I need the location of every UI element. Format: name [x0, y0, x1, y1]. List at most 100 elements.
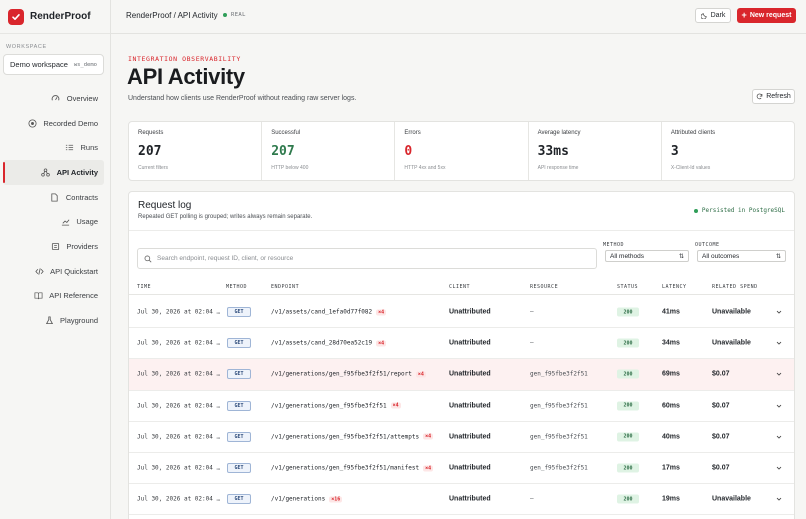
table-row[interactable]: Jul 30, 2026 at 02:04 … GET /v1/generati… [129, 422, 794, 453]
brand[interactable]: RenderProof [0, 0, 110, 34]
sidebar: RenderProof WORKSPACE Demo workspace ws_… [0, 0, 111, 519]
row-resource: gen_f95fbe3f2f51 [530, 433, 588, 441]
column-time[interactable]: TIME [137, 284, 151, 290]
status-badge: 200 [617, 401, 639, 411]
column-method[interactable]: METHOD [226, 284, 247, 290]
table-row[interactable]: Jul 30, 2026 at 02:04 … GET /v1/assets/c… [129, 328, 794, 360]
status-badge: 200 [617, 463, 639, 473]
sidebar-item-providers[interactable]: Providers [3, 234, 104, 259]
activity-icon [41, 167, 51, 177]
row-spend: $0.07 [712, 464, 730, 472]
column-resource[interactable]: RESOURCE [530, 284, 558, 290]
column-related-spend[interactable]: RELATED SPEND [712, 284, 758, 290]
sidebar-item-runs[interactable]: Runs [3, 135, 104, 160]
column-client[interactable]: CLIENT [449, 284, 470, 290]
row-spend: Unavailable [712, 308, 751, 316]
chevron-down-icon[interactable] [775, 495, 783, 503]
sidebar-item-playground[interactable]: Playground [3, 308, 104, 333]
chevron-down-icon[interactable] [775, 464, 783, 472]
workspace-label: WORKSPACE [6, 44, 47, 50]
sidebar-nav: Overview Recorded Demo Runs API Activity… [3, 86, 104, 333]
chevron-updown-icon: ⇅ [678, 253, 684, 260]
sidebar-item-api-reference[interactable]: API Reference [3, 284, 104, 309]
row-time: Jul 30, 2026 at 02:04 … [137, 402, 221, 410]
dark-mode-button[interactable]: Dark [695, 8, 731, 23]
row-time: Jul 30, 2026 at 02:04 … [137, 370, 221, 378]
sidebar-item-label: Runs [80, 143, 98, 153]
breadcrumb[interactable]: RenderProof / API Activity [126, 11, 218, 20]
box-icon [50, 241, 60, 251]
row-latency: 34ms [662, 339, 680, 347]
table-row[interactable]: Jul 30, 2026 at 02:04 … GET /v1/generati… [129, 391, 794, 422]
sidebar-item-recorded-demo[interactable]: Recorded Demo [3, 111, 104, 136]
row-endpoint: /v1/generations/gen_f95fbe3f2f51/manifes… [271, 465, 434, 472]
workspace-id: ws_demo [73, 61, 97, 68]
column-endpoint[interactable]: ENDPOINT [271, 284, 299, 290]
chevron-down-icon[interactable] [775, 308, 783, 316]
table-row[interactable]: Jul 30, 2026 at 02:04 … GET /v1/generati… [129, 453, 794, 485]
stat-value: 3 [670, 144, 679, 159]
row-client: Unattributed [449, 402, 491, 410]
status-dot-icon [693, 208, 698, 213]
stat-value: 0 [404, 144, 413, 159]
status-badge: 200 [617, 369, 639, 379]
sidebar-item-label: Contracts [65, 192, 98, 202]
chevron-down-icon[interactable] [775, 339, 783, 347]
workspace-switcher[interactable]: Demo workspace ws_demo [3, 54, 104, 75]
sidebar-item-label: Overview [66, 93, 98, 103]
row-endpoint: /v1/generations/gen_f95fbe3f2f51 ×4 [271, 402, 401, 409]
row-client: Unattributed [449, 370, 491, 378]
row-endpoint: /v1/generations ×16 [271, 496, 343, 503]
stat-successful: Successful 207 HTTP below 400 [262, 122, 396, 180]
search-input[interactable] [157, 255, 577, 262]
stat-note: API response time [537, 165, 579, 171]
repeat-count-badge: ×4 [423, 433, 434, 440]
table-row[interactable]: Jul 30, 2026 at 02:04 … GET /v1/assets/c… [129, 297, 794, 329]
column-latency[interactable]: LATENCY [662, 284, 687, 290]
stat-label: Errors [404, 130, 421, 136]
row-client: Unattributed [449, 495, 491, 503]
sidebar-item-contracts[interactable]: Contracts [3, 185, 104, 210]
chevron-down-icon[interactable] [775, 402, 783, 410]
stat-value: 33ms [537, 144, 569, 159]
record-icon [27, 118, 37, 128]
flask-icon [44, 316, 54, 326]
row-client: Unattributed [449, 308, 491, 316]
search-box[interactable] [137, 248, 597, 269]
row-spend: Unavailable [712, 339, 751, 347]
stat-label: Average latency [537, 130, 581, 136]
sidebar-item-overview[interactable]: Overview [3, 86, 104, 111]
sidebar-item-label: Usage [76, 217, 98, 227]
request-log-panel: Request log Repeated GET polling is grou… [128, 191, 795, 519]
repeat-count-badge: ×4 [423, 465, 434, 472]
sidebar-item-label: API Activity [56, 167, 98, 177]
sidebar-item-usage[interactable]: Usage [3, 209, 104, 234]
row-resource: gen_f95fbe3f2f51 [530, 464, 588, 472]
table-header: TIME METHOD ENDPOINT CLIENT RESOURCE STA… [129, 281, 794, 295]
sidebar-item-api-quickstart[interactable]: API Quickstart [3, 259, 104, 284]
stat-requests: Requests 207 Current filters [129, 122, 263, 180]
new-request-button[interactable]: + New request [737, 8, 796, 23]
row-time: Jul 30, 2026 at 02:04 … [137, 495, 221, 503]
row-endpoint: /v1/generations/gen_f95fbe3f2f51/attempt… [271, 433, 434, 441]
page-title: API Activity [127, 64, 245, 89]
endpoint-path: /v1/generations/gen_f95fbe3f2f51/attempt… [271, 433, 420, 441]
column-status[interactable]: STATUS [617, 284, 638, 290]
row-resource: — [530, 495, 534, 503]
stat-errors: Errors 0 HTTP 4xx and 5xx [395, 122, 529, 180]
table-row[interactable]: Jul 30, 2026 at 02:04 … GET /v1/generati… [129, 359, 794, 391]
row-client: Unattributed [449, 339, 491, 347]
stat-average-latency: Average latency 33ms API response time [529, 122, 662, 180]
table-row[interactable]: Jul 30, 2026 at 02:04 … GET /v1/generati… [129, 484, 794, 516]
row-latency: 69ms [662, 370, 680, 378]
chevron-down-icon[interactable] [775, 433, 783, 441]
refresh-button[interactable]: Refresh [752, 89, 795, 104]
outcome-select[interactable]: All outcomes ⇅ [697, 250, 786, 262]
document-icon [50, 192, 60, 202]
sidebar-item-api-activity[interactable]: API Activity [3, 160, 104, 185]
status-badge: 200 [617, 338, 639, 348]
chevron-down-icon[interactable] [775, 370, 783, 378]
request-log-rows: Jul 30, 2026 at 02:04 … GET /v1/assets/c… [129, 297, 794, 516]
row-time: Jul 30, 2026 at 02:04 … [137, 464, 221, 472]
method-select[interactable]: All methods ⇅ [605, 250, 689, 262]
